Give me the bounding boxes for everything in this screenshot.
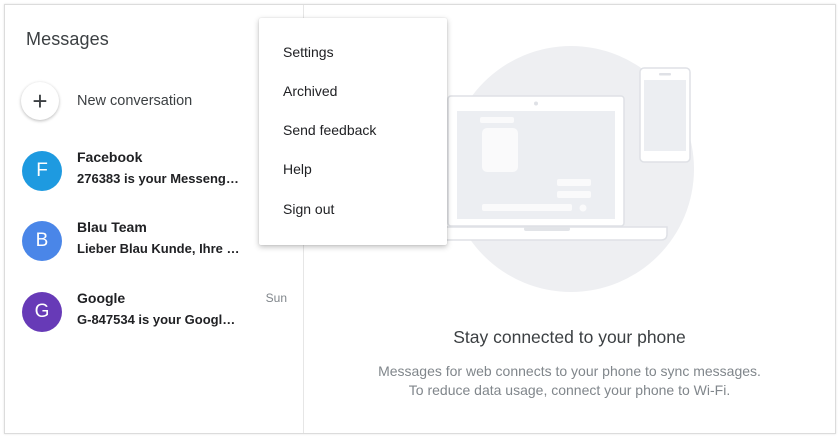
new-conversation-label: New conversation	[77, 93, 193, 109]
overflow-menu: Settings Archived Send feedback Help Sig…	[259, 18, 447, 245]
app-title: Messages	[26, 29, 109, 49]
conversation-name: Facebook	[77, 149, 143, 165]
main-title: Stay connected to your phone	[453, 327, 686, 347]
menu-item-archived[interactable]: Archived	[259, 72, 447, 111]
plus-icon[interactable]: +	[21, 82, 59, 120]
conversation-name: Blau Team	[77, 219, 147, 235]
conversation-snippet: Lieber Blau Kunde, Ihre 1…	[77, 241, 242, 256]
conversation-item-blau-team[interactable]: B Blau Team Lieber Blau Kunde, Ihre 1…	[21, 211, 291, 271]
new-conversation-button[interactable]: + New conversation	[21, 80, 281, 122]
avatar: G	[22, 292, 62, 332]
conversation-name: Google	[77, 290, 126, 306]
menu-item-sign-out[interactable]: Sign out	[259, 190, 447, 229]
main-description-line1: Messages for web connects to your phone …	[378, 363, 761, 379]
main-description-line2: To reduce data usage, connect your phone…	[408, 382, 731, 398]
menu-item-help[interactable]: Help	[259, 150, 447, 189]
conversation-time: Sun	[265, 291, 287, 305]
menu-item-settings[interactable]: Settings	[259, 33, 447, 72]
laptop-display	[457, 111, 615, 219]
conversation-snippet: 276383 is your Messeng…	[77, 171, 239, 186]
conversation-item-google[interactable]: G Google G-847534 is your Googl… Sun	[21, 282, 291, 342]
conversation-snippet: G-847534 is your Googl…	[77, 312, 236, 327]
conversation-item-facebook[interactable]: F Facebook 276383 is your Messeng… 37	[21, 141, 291, 201]
avatar: F	[22, 151, 62, 191]
app-window: Messages + New conversation F Facebook 2…	[4, 4, 836, 434]
avatar: B	[22, 221, 62, 261]
menu-item-send-feedback[interactable]: Send feedback	[259, 111, 447, 150]
